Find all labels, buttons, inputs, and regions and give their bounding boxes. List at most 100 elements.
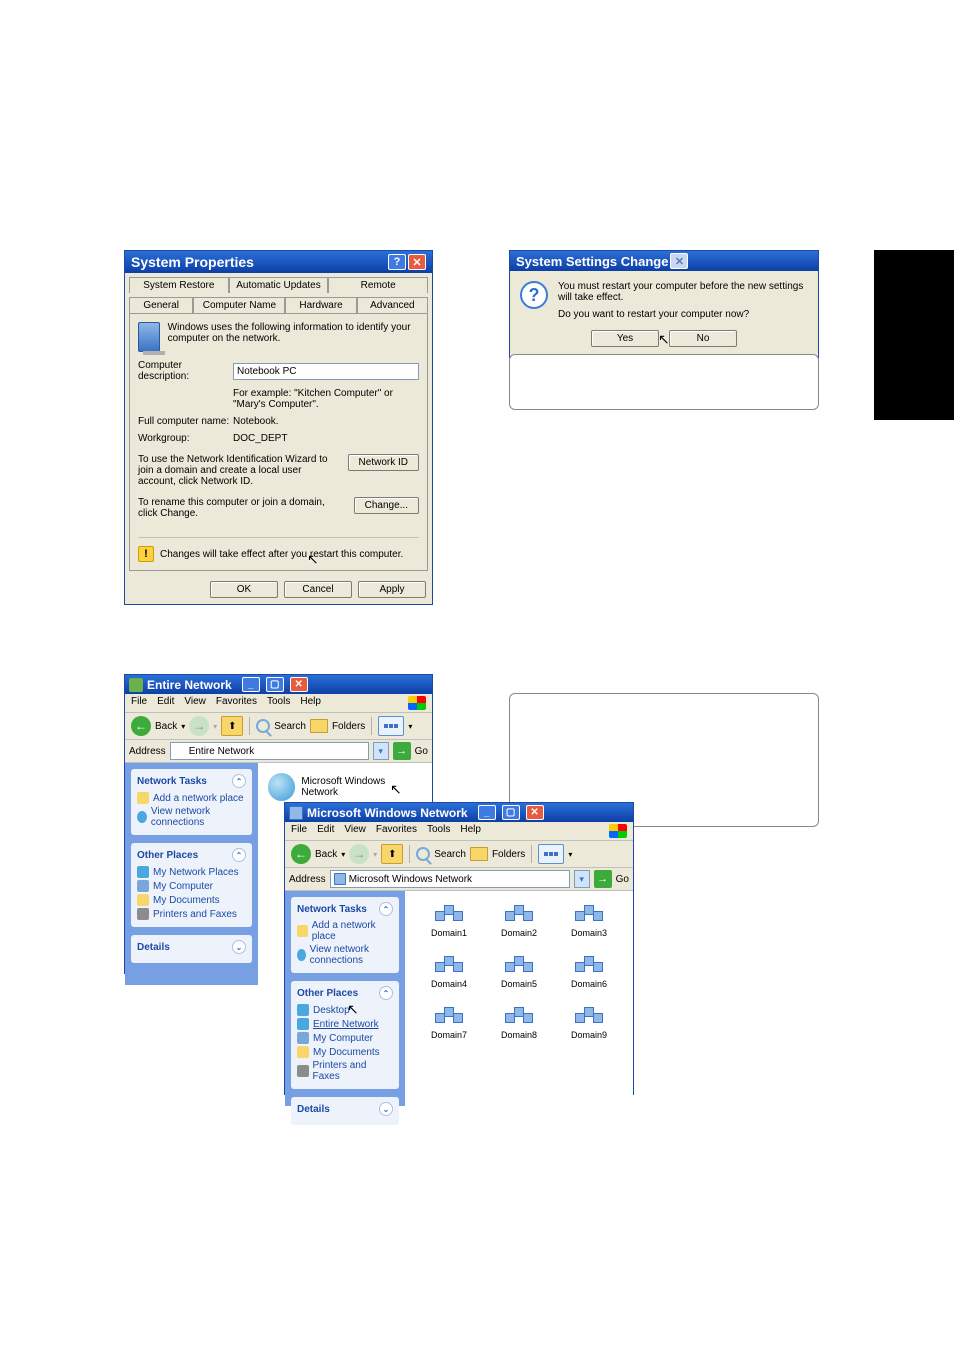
domain-item[interactable]: Domain6 bbox=[559, 956, 619, 989]
titlebar[interactable]: System Properties ? ✕ bbox=[125, 251, 432, 273]
sidebar-item-desktop[interactable]: Desktop bbox=[297, 1004, 393, 1016]
domain-item[interactable]: Domain8 bbox=[489, 1007, 549, 1040]
address-input[interactable]: Entire Network bbox=[170, 742, 369, 760]
close-icon[interactable]: ✕ bbox=[408, 254, 426, 270]
sidebar-item-label: Printers and Faxes bbox=[313, 1060, 394, 1082]
close-icon[interactable]: ✕ bbox=[526, 805, 544, 820]
menu-tools[interactable]: Tools bbox=[267, 696, 290, 710]
domain-item[interactable]: Domain1 bbox=[419, 905, 479, 938]
forward-icon[interactable]: → bbox=[349, 844, 369, 864]
sidebar-item-view-connections[interactable]: View network connections bbox=[137, 806, 246, 828]
network-id-button[interactable]: Network ID bbox=[348, 454, 419, 471]
titlebar[interactable]: Entire Network _ ▢ ✕ bbox=[125, 675, 432, 694]
toolbar: ← Back▾ →▾ ⬆ Search Folders ▾ bbox=[125, 713, 432, 740]
minimize-icon[interactable]: _ bbox=[242, 677, 260, 692]
titlebar[interactable]: Microsoft Windows Network _ ▢ ✕ bbox=[285, 803, 633, 822]
menu-view[interactable]: View bbox=[184, 696, 206, 710]
menu-favorites[interactable]: Favorites bbox=[376, 824, 417, 838]
collapse-icon[interactable]: ⌃ bbox=[379, 902, 393, 916]
domain-item[interactable]: Domain7 bbox=[419, 1007, 479, 1040]
tab-system-restore[interactable]: System Restore bbox=[129, 277, 229, 293]
menu-edit[interactable]: Edit bbox=[157, 696, 174, 710]
sidebar-item-my-network-places[interactable]: My Network Places bbox=[137, 866, 246, 878]
close-icon[interactable]: ✕ bbox=[670, 253, 688, 269]
collapse-icon[interactable]: ⌃ bbox=[232, 774, 246, 788]
ok-button[interactable]: OK bbox=[210, 581, 278, 598]
sidebar-item-entire-network[interactable]: Entire Network bbox=[297, 1018, 393, 1030]
domain-item[interactable]: Domain3 bbox=[559, 905, 619, 938]
tab-auto-updates[interactable]: Automatic Updates bbox=[229, 277, 329, 293]
search-label[interactable]: Search bbox=[434, 849, 466, 860]
back-label[interactable]: Back bbox=[315, 849, 337, 860]
up-icon[interactable]: ⬆ bbox=[381, 844, 403, 864]
collapse-icon[interactable]: ⌃ bbox=[379, 986, 393, 1000]
titlebar[interactable]: System Settings Change ✕ bbox=[510, 251, 818, 271]
search-icon[interactable] bbox=[416, 847, 430, 861]
change-button[interactable]: Change... bbox=[354, 497, 419, 514]
help-icon[interactable]: ? bbox=[388, 254, 406, 270]
domain-item[interactable]: Domain2 bbox=[489, 905, 549, 938]
menu-help[interactable]: Help bbox=[300, 696, 321, 710]
address-dropdown-icon[interactable]: ▾ bbox=[574, 870, 590, 888]
back-icon[interactable]: ← bbox=[291, 844, 311, 864]
folders-icon[interactable] bbox=[470, 847, 488, 861]
address-input[interactable]: Microsoft Windows Network bbox=[330, 870, 570, 888]
window-title-icon bbox=[289, 806, 303, 820]
collapse-icon[interactable]: ⌃ bbox=[232, 848, 246, 862]
go-label[interactable]: Go bbox=[616, 874, 629, 885]
folders-label[interactable]: Folders bbox=[492, 849, 525, 860]
menu-view[interactable]: View bbox=[344, 824, 366, 838]
apply-button[interactable]: Apply bbox=[358, 581, 426, 598]
sidebar-item-my-computer[interactable]: My Computer bbox=[137, 880, 246, 892]
go-icon[interactable]: → bbox=[393, 742, 411, 760]
tab-remote[interactable]: Remote bbox=[328, 277, 428, 293]
folders-label[interactable]: Folders bbox=[332, 721, 365, 732]
sidebar-item-add-network-place[interactable]: Add a network place bbox=[137, 792, 246, 804]
content-area[interactable]: Domain1 Domain2 Domain3 Domain4 Domain5 Domai… bbox=[405, 891, 633, 1106]
menu-file[interactable]: File bbox=[131, 696, 147, 710]
sidebar-item-add-network-place[interactable]: Add a network place bbox=[297, 920, 393, 942]
tab-hardware[interactable]: Hardware bbox=[285, 297, 356, 313]
sidebar-item-printers[interactable]: Printers and Faxes bbox=[137, 908, 246, 920]
maximize-icon[interactable]: ▢ bbox=[266, 677, 284, 692]
sidebar-item-printers[interactable]: Printers and Faxes bbox=[297, 1060, 393, 1082]
cancel-button[interactable]: Cancel bbox=[284, 581, 352, 598]
sidebar-item-my-computer[interactable]: My Computer bbox=[297, 1032, 393, 1044]
forward-icon[interactable]: → bbox=[189, 716, 209, 736]
computer-description-input[interactable] bbox=[233, 363, 419, 380]
menu-tools[interactable]: Tools bbox=[427, 824, 450, 838]
search-label[interactable]: Search bbox=[274, 721, 306, 732]
menu-file[interactable]: File bbox=[291, 824, 307, 838]
go-icon[interactable]: → bbox=[594, 870, 612, 888]
tab-advanced[interactable]: Advanced bbox=[357, 297, 428, 313]
maximize-icon[interactable]: ▢ bbox=[502, 805, 520, 820]
domain-item[interactable]: Domain9 bbox=[559, 1007, 619, 1040]
go-label[interactable]: Go bbox=[415, 746, 428, 757]
item-ms-windows-network[interactable]: Microsoft Windows Network bbox=[268, 773, 422, 801]
tab-general[interactable]: General bbox=[129, 297, 193, 313]
minimize-icon[interactable]: _ bbox=[478, 805, 496, 820]
menu-help[interactable]: Help bbox=[460, 824, 481, 838]
views-icon[interactable] bbox=[378, 716, 404, 736]
no-button[interactable]: No bbox=[669, 330, 737, 347]
tab-computer-name[interactable]: Computer Name bbox=[193, 297, 285, 313]
address-dropdown-icon[interactable]: ▾ bbox=[373, 742, 389, 760]
menu-favorites[interactable]: Favorites bbox=[216, 696, 257, 710]
sidebar-item-my-documents[interactable]: My Documents bbox=[137, 894, 246, 906]
back-label[interactable]: Back bbox=[155, 721, 177, 732]
yes-button[interactable]: Yes bbox=[591, 330, 659, 347]
expand-icon[interactable]: ⌄ bbox=[232, 940, 246, 954]
menu-edit[interactable]: Edit bbox=[317, 824, 334, 838]
folders-icon[interactable] bbox=[310, 719, 328, 733]
domain-item[interactable]: Domain4 bbox=[419, 956, 479, 989]
domain-icon bbox=[505, 1007, 533, 1027]
views-icon[interactable] bbox=[538, 844, 564, 864]
expand-icon[interactable]: ⌄ bbox=[379, 1102, 393, 1116]
back-icon[interactable]: ← bbox=[131, 716, 151, 736]
up-icon[interactable]: ⬆ bbox=[221, 716, 243, 736]
domain-item[interactable]: Domain5 bbox=[489, 956, 549, 989]
close-icon[interactable]: ✕ bbox=[290, 677, 308, 692]
sidebar-item-view-connections[interactable]: View network connections bbox=[297, 944, 393, 966]
search-icon[interactable] bbox=[256, 719, 270, 733]
sidebar-item-my-documents[interactable]: My Documents bbox=[297, 1046, 393, 1058]
